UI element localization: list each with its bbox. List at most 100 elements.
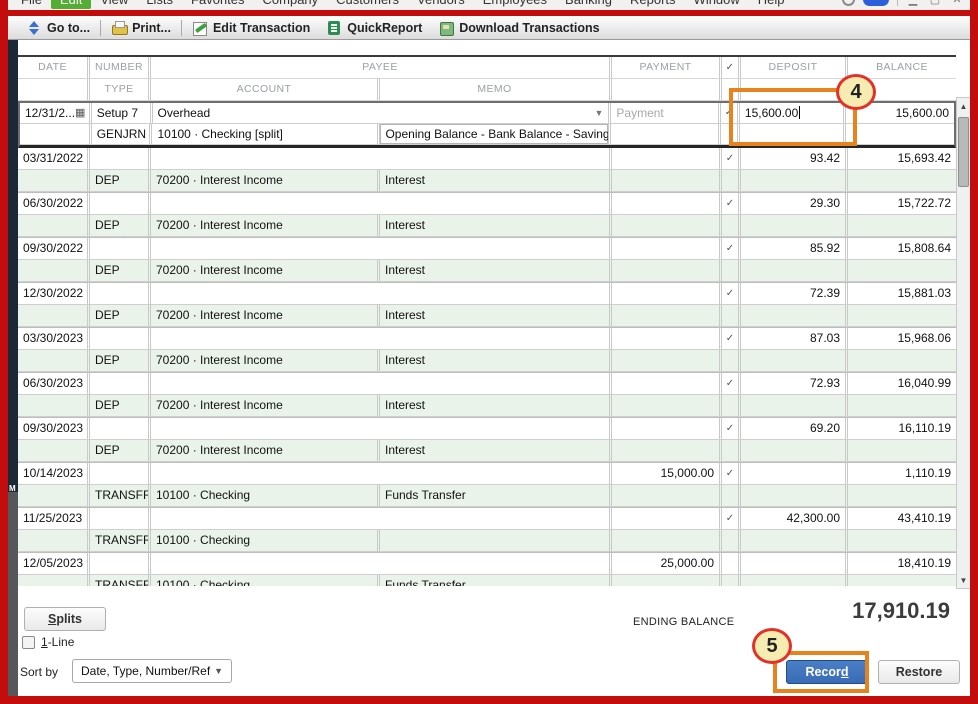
cleared-checkmark[interactable] xyxy=(722,553,741,574)
type-value[interactable]: DEP xyxy=(90,260,151,281)
date-value[interactable]: 06/30/2022 xyxy=(18,193,90,214)
deposit-value[interactable]: 85.92 xyxy=(741,238,848,259)
calendar-icon[interactable]: ▦ xyxy=(75,103,85,123)
account-value[interactable]: 70200 · Interest Income xyxy=(151,260,380,281)
payment-cell-empty[interactable] xyxy=(612,260,722,281)
account-value[interactable]: 70200 · Interest Income xyxy=(151,350,380,371)
account-value[interactable]: 10100 · Checking xyxy=(151,530,380,551)
date-cell-empty[interactable] xyxy=(18,395,90,416)
payee-value[interactable] xyxy=(151,148,612,169)
cleared-cell-empty[interactable] xyxy=(722,170,741,191)
type-value[interactable]: DEP xyxy=(90,350,151,371)
memo-value[interactable]: Interest xyxy=(380,440,612,461)
type-value[interactable]: TRANSFR xyxy=(90,485,151,506)
number-value[interactable] xyxy=(90,553,151,574)
payment-field[interactable]: Payment xyxy=(611,103,721,123)
menu-item-window[interactable]: Window xyxy=(685,0,749,9)
date-cell-empty[interactable] xyxy=(18,260,90,281)
payment-cell-empty[interactable] xyxy=(612,440,722,461)
number-value[interactable] xyxy=(90,193,151,214)
date-value[interactable]: 10/14/2023 xyxy=(18,463,90,484)
menu-item-favorites[interactable]: Favorites xyxy=(182,0,253,9)
menu-item-file[interactable]: File xyxy=(12,0,51,9)
cleared-checkmark[interactable]: ✓ xyxy=(722,148,741,169)
payment-cell-empty[interactable] xyxy=(612,215,722,236)
deposit-value[interactable] xyxy=(741,463,848,484)
memo-value[interactable]: Interest xyxy=(380,395,612,416)
scrollbar-thumb[interactable] xyxy=(958,117,969,187)
date-field[interactable]: 12/31/2... ▦ xyxy=(20,103,92,123)
deposit-cell-empty[interactable] xyxy=(741,215,848,236)
menu-item-lists[interactable]: Lists xyxy=(137,0,182,9)
date-cell-empty[interactable] xyxy=(18,305,90,326)
deposit-cell-empty[interactable] xyxy=(741,350,848,371)
number-field[interactable]: Setup 7 xyxy=(92,103,153,123)
account-field[interactable]: 10100 · Checking [split] xyxy=(152,124,380,144)
account-value[interactable]: 70200 · Interest Income xyxy=(151,305,380,326)
menu-item-customers[interactable]: Customers xyxy=(327,0,408,9)
account-value[interactable]: 70200 · Interest Income xyxy=(151,395,380,416)
account-value[interactable]: 70200 · Interest Income xyxy=(151,170,380,191)
deposit-cell-empty[interactable] xyxy=(741,440,848,461)
payment-cell-empty[interactable] xyxy=(612,485,722,506)
number-value[interactable] xyxy=(90,508,151,529)
payment-cell-empty[interactable] xyxy=(612,350,722,371)
transaction-row[interactable]: 10/14/202315,000.00✓1,110.19TRANSFR10100… xyxy=(18,463,956,508)
payee-field[interactable]: Overhead ▼ xyxy=(153,103,612,123)
cleared-checkmark[interactable]: ✓ xyxy=(722,328,741,349)
transaction-row[interactable]: 11/25/2023✓42,300.0043,410.19TRANSFR1010… xyxy=(18,508,956,553)
scroll-down-button[interactable]: ▼ xyxy=(957,572,970,588)
cleared-checkmark[interactable]: ✓ xyxy=(722,418,741,439)
cleared-checkmark[interactable]: ✓ xyxy=(722,373,741,394)
date-value[interactable]: 06/30/2023 xyxy=(18,373,90,394)
download-transactions-button[interactable]: Download Transactions xyxy=(430,17,607,39)
menu-item-banking[interactable]: Banking xyxy=(556,0,621,9)
menu-item-vendors[interactable]: Vendors xyxy=(408,0,474,9)
date-value[interactable]: 03/30/2023 xyxy=(18,328,90,349)
date-value[interactable]: 12/05/2023 xyxy=(18,553,90,574)
number-value[interactable] xyxy=(90,148,151,169)
transaction-row[interactable]: 06/30/2023✓72.9316,040.99DEP70200 · Inte… xyxy=(18,373,956,418)
number-value[interactable] xyxy=(90,373,151,394)
number-value[interactable] xyxy=(90,328,151,349)
payment-value[interactable] xyxy=(612,148,722,169)
user-badge-icon[interactable] xyxy=(863,0,889,6)
memo-value[interactable]: Interest xyxy=(380,170,612,191)
cleared-checkmark[interactable]: ✓ xyxy=(722,238,741,259)
account-value[interactable]: 70200 · Interest Income xyxy=(151,440,380,461)
deposit-value[interactable]: 72.39 xyxy=(741,283,848,304)
payment-value[interactable] xyxy=(612,238,722,259)
transaction-row[interactable]: 12/30/2022✓72.3915,881.03DEP70200 · Inte… xyxy=(18,283,956,328)
payee-value[interactable] xyxy=(151,328,612,349)
vertical-scrollbar[interactable]: ▲ ▼ xyxy=(956,97,971,589)
date-value[interactable]: 12/30/2022 xyxy=(18,283,90,304)
payment-value[interactable] xyxy=(612,373,722,394)
goto-button[interactable]: Go to... xyxy=(18,17,98,39)
deposit-value[interactable]: 87.03 xyxy=(741,328,848,349)
deposit-cell-empty[interactable] xyxy=(741,170,848,191)
type-value[interactable]: DEP xyxy=(90,395,151,416)
payment-value[interactable]: 25,000.00 xyxy=(612,553,722,574)
deposit-cell-empty[interactable] xyxy=(741,305,848,326)
cleared-checkmark[interactable]: ✓ xyxy=(722,508,741,529)
transaction-row[interactable]: 06/30/2022✓29.3015,722.72DEP70200 · Inte… xyxy=(18,193,956,238)
payee-value[interactable] xyxy=(151,553,612,574)
deposit-value[interactable]: 29.30 xyxy=(741,193,848,214)
cleared-cell-empty[interactable] xyxy=(722,530,741,551)
splits-button[interactable]: Splits xyxy=(24,607,106,631)
number-value[interactable] xyxy=(90,463,151,484)
number-value[interactable] xyxy=(90,418,151,439)
type-value[interactable]: TRANSFR xyxy=(90,530,151,551)
cleared-cell-empty[interactable] xyxy=(722,350,741,371)
deposit-cell-empty[interactable] xyxy=(741,530,848,551)
payee-value[interactable] xyxy=(151,418,612,439)
transaction-row[interactable]: 09/30/2022✓85.9215,808.64DEP70200 · Inte… xyxy=(18,238,956,283)
transaction-row[interactable]: 09/30/2023✓69.2016,110.19DEP70200 · Inte… xyxy=(18,418,956,463)
quickreport-button[interactable]: QuickReport xyxy=(318,17,430,39)
date-cell-empty[interactable] xyxy=(18,350,90,371)
cleared-checkmark[interactable]: ✓ xyxy=(722,193,741,214)
clock-icon[interactable] xyxy=(842,0,855,6)
payee-value[interactable] xyxy=(151,193,612,214)
sort-by-dropdown[interactable]: Date, Type, Number/Ref ▼ xyxy=(72,659,232,683)
payment-value[interactable] xyxy=(612,508,722,529)
